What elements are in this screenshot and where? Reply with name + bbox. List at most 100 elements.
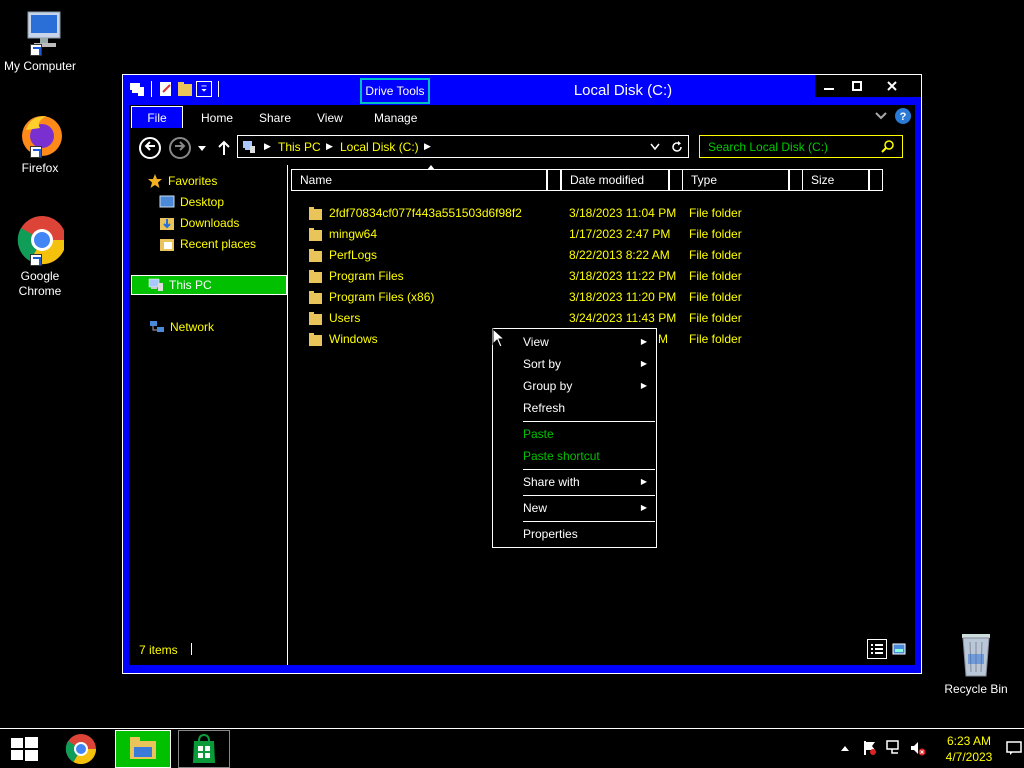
details-view-button[interactable] — [867, 639, 887, 659]
nav-item-downloads[interactable]: Downloads — [159, 213, 239, 233]
menu-item-group-by[interactable]: Group by ▶ — [523, 375, 653, 397]
volume-muted-icon[interactable] — [910, 740, 926, 756]
item-count: 7 items — [139, 643, 178, 657]
help-icon[interactable]: ? — [895, 108, 911, 124]
file-date: 1/17/2023 2:47 PM — [569, 227, 671, 241]
status-divider — [191, 643, 192, 655]
network-tray-icon[interactable] — [886, 740, 902, 756]
column-header-divider[interactable] — [547, 169, 561, 191]
show-hidden-icons-icon[interactable] — [840, 744, 850, 752]
network-icon — [150, 321, 164, 332]
tab-share[interactable]: Share — [259, 107, 291, 129]
folder-icon — [309, 228, 322, 241]
menu-item-sort-by[interactable]: Sort by ▶ — [523, 353, 653, 375]
column-header-divider[interactable] — [869, 169, 883, 191]
title-bar[interactable]: Drive Tools Local Disk (C:) — [123, 75, 921, 105]
nav-item-desktop[interactable]: Desktop — [159, 192, 224, 212]
computer-icon — [130, 83, 144, 96]
svg-text:?: ? — [900, 111, 907, 123]
search-input[interactable] — [708, 139, 878, 155]
file-row[interactable]: Program Files (x86) 3/18/2023 11:20 PM F… — [289, 287, 889, 308]
column-header-type[interactable]: Type — [682, 169, 789, 191]
minimize-button[interactable] — [815, 75, 843, 97]
desktop-icon-label: Google Chrome — [18, 269, 62, 298]
desktop-folder-icon — [159, 195, 175, 208]
taskbar-clock[interactable]: 6:23 AM 4/7/2023 — [940, 733, 998, 765]
menu-item-new[interactable]: New ▶ — [523, 497, 653, 519]
tab-manage[interactable]: Manage — [374, 107, 417, 129]
column-header-name[interactable]: Name — [291, 169, 547, 191]
breadcrumb-local-disk[interactable]: Local Disk (C:) — [340, 140, 419, 154]
properties-icon[interactable] — [158, 81, 174, 97]
nav-favorites[interactable]: Favorites — [147, 171, 217, 191]
action-center-icon[interactable] — [862, 740, 878, 756]
menu-separator — [523, 421, 655, 422]
tab-view[interactable]: View — [317, 107, 343, 129]
taskbar-file-explorer-button[interactable] — [115, 730, 171, 768]
taskbar-store-button[interactable] — [178, 730, 230, 768]
forward-button[interactable] — [169, 137, 191, 159]
menu-item-label: Sort by — [523, 357, 562, 371]
folder-icon — [309, 249, 322, 262]
taskbar-chrome-button[interactable] — [58, 730, 104, 768]
menu-item-properties[interactable]: Properties — [523, 523, 653, 545]
drive-tools-tab[interactable]: Drive Tools — [360, 78, 430, 104]
search-icon[interactable] — [881, 140, 894, 153]
file-explorer-icon — [130, 737, 156, 759]
desktop-icon-label: Recycle Bin — [944, 682, 1008, 696]
notifications-icon[interactable] — [1006, 740, 1022, 756]
nav-item-recent-places[interactable]: Recent places — [159, 234, 256, 254]
file-name: Program Files (x86) — [329, 290, 435, 304]
menu-item-share-with[interactable]: Share with ▶ — [523, 471, 653, 493]
nav-item-this-pc[interactable]: This PC — [131, 275, 287, 295]
column-header-size[interactable]: Size — [802, 169, 869, 191]
column-header-divider[interactable] — [669, 169, 683, 191]
customize-toolbar-icon[interactable] — [196, 81, 212, 97]
breadcrumb-this-pc[interactable]: This PC — [278, 140, 321, 154]
desktop-icon-recycle-bin[interactable]: Recycle Bin — [938, 630, 1014, 696]
start-button[interactable] — [0, 730, 48, 768]
window-title: Local Disk (C:) — [573, 82, 673, 99]
file-row[interactable]: mingw64 1/17/2023 2:47 PM File folder — [289, 224, 889, 245]
large-icons-view-button[interactable] — [889, 639, 909, 659]
recycle-bin-icon — [962, 634, 990, 677]
recent-places-icon — [160, 239, 174, 251]
file-name: Users — [329, 311, 361, 325]
menu-item-label: Properties — [523, 527, 578, 541]
tab-file[interactable]: File — [131, 106, 183, 128]
breadcrumb-separator-icon[interactable]: ▶ — [424, 141, 431, 152]
clock-date: 4/7/2023 — [945, 750, 993, 764]
recent-locations-icon[interactable] — [197, 145, 207, 153]
new-folder-icon[interactable] — [177, 81, 193, 97]
file-row[interactable]: PerfLogs 8/22/2013 8:22 AM File folder — [289, 245, 889, 266]
menu-item-refresh[interactable]: Refresh — [523, 397, 653, 419]
submenu-arrow-icon: ▶ — [640, 337, 647, 346]
file-name: Program Files — [329, 269, 404, 283]
address-bar[interactable]: ▶ This PC ▶ Local Disk (C:) ▶ — [237, 135, 689, 158]
nav-item-network[interactable]: Network — [149, 317, 214, 337]
menu-separator — [523, 521, 655, 522]
close-button[interactable] — [863, 75, 921, 97]
tab-home[interactable]: Home — [201, 107, 233, 129]
desktop-icon-chrome[interactable]: Google Chrome — [0, 214, 80, 299]
refresh-icon[interactable] — [670, 140, 684, 154]
file-row[interactable]: Program Files 3/18/2023 11:22 PM File fo… — [289, 266, 889, 287]
back-button[interactable] — [139, 137, 161, 159]
file-row[interactable]: Users 3/24/2023 11:43 PM File folder — [289, 308, 889, 329]
firefox-icon — [16, 112, 64, 158]
column-header-divider[interactable] — [789, 169, 803, 191]
large-icons-view-icon — [892, 643, 906, 655]
desktop-icon-label: My Computer — [3, 59, 77, 73]
column-header-date-modified[interactable]: Date modified — [561, 169, 669, 191]
menu-item-view[interactable]: View ▶ — [523, 331, 653, 353]
file-row[interactable]: 2fdf70834cf077f443a551503d6f98f2 3/18/20… — [289, 203, 889, 224]
search-box[interactable] — [699, 135, 903, 158]
nav-item-label: Downloads — [180, 216, 240, 230]
desktop-icon-firefox[interactable]: Firefox — [0, 112, 80, 176]
breadcrumb-separator-icon[interactable]: ▶ — [264, 141, 271, 152]
address-dropdown-icon[interactable] — [650, 143, 660, 151]
desktop-icon-my-computer[interactable]: My Computer — [0, 10, 80, 74]
up-arrow-icon[interactable] — [217, 140, 231, 156]
expand-ribbon-icon[interactable] — [875, 111, 887, 121]
breadcrumb-separator-icon[interactable]: ▶ — [326, 141, 333, 152]
